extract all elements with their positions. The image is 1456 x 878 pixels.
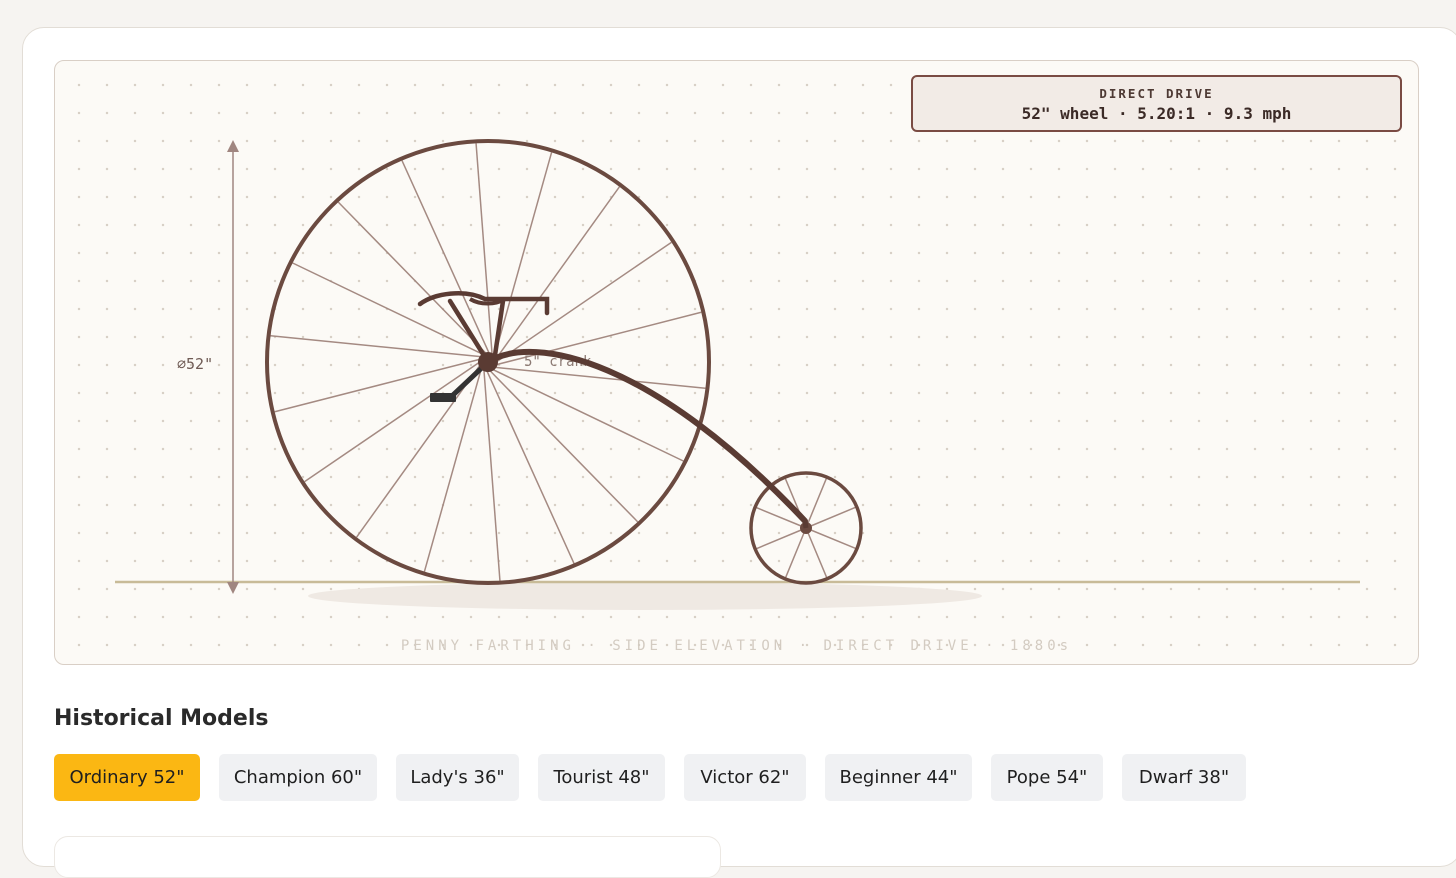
model-button-ordinary-52[interactable]: Ordinary 52" (54, 754, 200, 801)
arrow-up-icon (227, 140, 239, 152)
bicycle-diagram: ⌀52" 5" crank (115, 139, 1360, 610)
spoke (485, 369, 575, 564)
spoke (494, 186, 621, 360)
spoke (355, 364, 482, 538)
spoke (493, 152, 553, 358)
spoke (475, 143, 493, 356)
spoke (304, 361, 481, 483)
bicycle-diagram-panel: ⌀52" 5" crank (54, 60, 1419, 665)
model-button-pope-54[interactable]: Pope 54" (991, 754, 1103, 801)
ground-shadow (308, 582, 982, 610)
diameter-dimension: ⌀52" (177, 140, 239, 594)
spoke (483, 368, 501, 581)
spoke (488, 369, 639, 523)
diagram-caption: PENNY FARTHING · SIDE ELEVATION · DIRECT… (400, 638, 1073, 654)
model-button-dwarf-38[interactable]: Dwarf 38" (1122, 754, 1246, 801)
model-button-beginner-44[interactable]: Beginner 44" (825, 754, 972, 801)
model-button-tourist-48[interactable]: Tourist 48" (538, 754, 665, 801)
next-section-card (54, 836, 721, 878)
backbone-frame (485, 349, 808, 524)
spoke (401, 160, 491, 355)
rear-fork (802, 520, 809, 529)
pedal (430, 393, 456, 402)
drive-specs: 52" wheel · 5.20:1 · 9.3 mph (1021, 104, 1292, 123)
drive-mode: DIRECT DRIVE (1099, 86, 1214, 101)
model-button-victor-62[interactable]: Victor 62" (684, 754, 806, 801)
model-button-champion-60[interactable]: Champion 60" (219, 754, 377, 801)
spoke (495, 241, 672, 363)
spoke (337, 201, 488, 355)
diameter-label: ⌀52" (177, 355, 213, 373)
model-button-ladys-36[interactable]: Lady's 36" (396, 754, 519, 801)
spoke (274, 358, 481, 413)
models-title: Historical Models (54, 706, 269, 731)
front-hub (478, 352, 498, 372)
arrow-down-icon (227, 582, 239, 594)
drive-readout: DIRECT DRIVE 52" wheel · 5.20:1 · 9.3 mp… (911, 75, 1402, 132)
